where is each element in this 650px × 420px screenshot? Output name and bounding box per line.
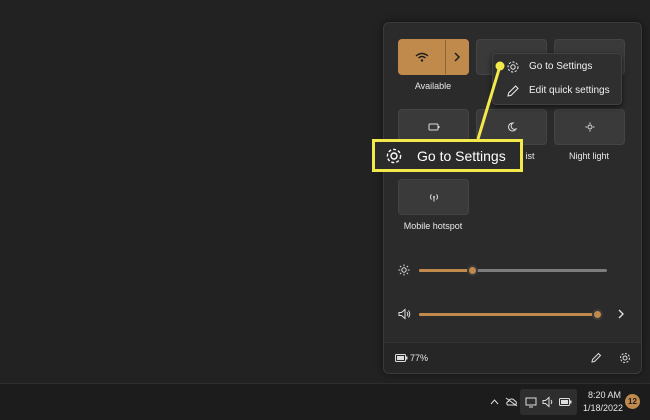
network-icon: [524, 395, 538, 409]
chevron-up-icon[interactable]: [488, 396, 500, 408]
gear-icon: [385, 147, 403, 165]
clock-date[interactable]: 1/18/2022: [583, 403, 623, 413]
callout-pointer: [476, 61, 505, 140]
speaker-icon: [541, 395, 555, 409]
notification-count: 12: [628, 397, 637, 406]
notification-badge[interactable]: 12: [625, 394, 640, 409]
clock-time[interactable]: 8:20 AM: [588, 390, 621, 400]
battery-icon: [558, 395, 573, 409]
callout-label: Go to Settings: [417, 148, 506, 164]
system-tray-group[interactable]: [520, 389, 577, 415]
taskbar: 8:20 AM 1/18/2022 12: [0, 383, 650, 420]
cloud-off-icon[interactable]: [504, 395, 518, 409]
go-to-settings-callout: Go to Settings: [372, 139, 523, 172]
